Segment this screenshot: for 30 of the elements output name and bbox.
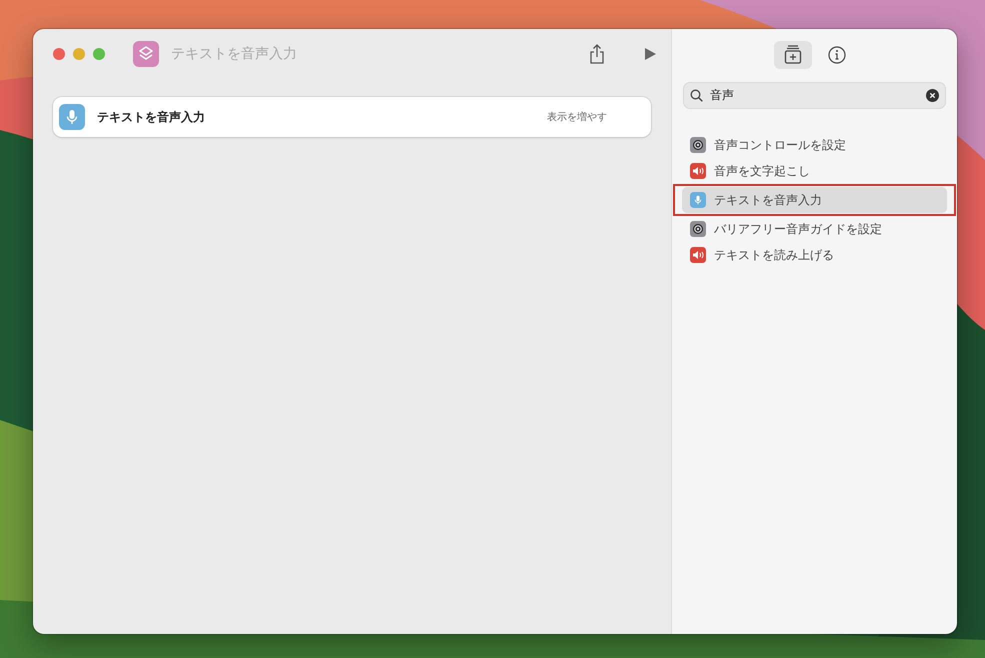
play-icon[interactable] xyxy=(643,47,657,61)
microphone-icon xyxy=(59,104,85,130)
library-icon xyxy=(784,45,802,65)
result-item[interactable]: 音声を文字起こし xyxy=(682,158,947,184)
action-card[interactable]: テキストを音声入力 表示を増やす xyxy=(53,97,651,137)
close-button[interactable] xyxy=(53,48,65,60)
library-tab[interactable] xyxy=(774,41,812,69)
clear-icon[interactable] xyxy=(926,89,939,102)
search-field[interactable]: 音声 xyxy=(683,82,946,109)
speaker-icon xyxy=(690,163,706,179)
result-item[interactable]: バリアフリー音声ガイドを設定 xyxy=(682,216,947,242)
show-more-link[interactable]: 表示を増やす xyxy=(547,110,607,124)
result-label: テキストを読み上げる xyxy=(714,246,834,264)
result-item[interactable]: テキストを読み上げる xyxy=(682,242,947,268)
microphone-icon xyxy=(690,192,706,208)
result-label: 音声を文字起こし xyxy=(714,162,810,180)
gear-icon xyxy=(690,221,706,237)
share-icon[interactable] xyxy=(589,44,605,64)
result-item[interactable]: テキストを音声入力 xyxy=(682,187,947,213)
search-icon xyxy=(690,89,703,102)
gear-icon xyxy=(690,137,706,153)
result-label: バリアフリー音声ガイドを設定 xyxy=(714,220,882,238)
speaker-icon xyxy=(690,247,706,263)
result-label: テキストを音声入力 xyxy=(714,192,822,208)
result-item[interactable]: 音声コントロールを設定 xyxy=(682,132,947,158)
action-title: テキストを音声入力 xyxy=(97,108,206,126)
window-title: テキストを音声入力 xyxy=(171,45,298,63)
result-label: 音声コントロールを設定 xyxy=(714,136,846,154)
layers-icon xyxy=(133,41,159,67)
info-icon xyxy=(828,46,846,64)
